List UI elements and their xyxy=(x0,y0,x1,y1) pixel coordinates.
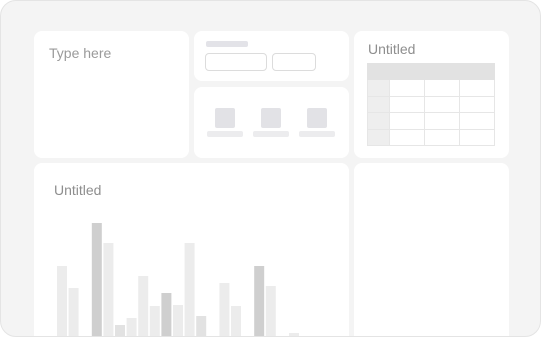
table-widget[interactable]: Untitled xyxy=(354,31,509,158)
chart-bar xyxy=(254,266,265,336)
chart-bar xyxy=(115,325,125,336)
chart-bar xyxy=(138,276,149,336)
chart-bar xyxy=(196,316,207,336)
form-widget[interactable] xyxy=(194,31,349,81)
image-gallery-widget[interactable] xyxy=(194,87,349,158)
table-grid xyxy=(367,62,495,147)
image-caption-placeholder xyxy=(253,131,289,137)
image-thumbnail-icon xyxy=(307,108,327,128)
chart-bar xyxy=(173,305,183,336)
table-header-row xyxy=(367,62,495,81)
chart-bar xyxy=(68,288,79,336)
chart-bar xyxy=(126,318,137,336)
chart-bar xyxy=(184,243,195,336)
chart-widget[interactable]: Untitled xyxy=(34,163,349,336)
chart-bar xyxy=(265,286,276,336)
chart-bar xyxy=(149,306,160,336)
image-thumbnail-icon xyxy=(261,108,281,128)
form-label-placeholder xyxy=(206,41,248,47)
image-caption-placeholder xyxy=(299,131,335,137)
table-row xyxy=(367,128,495,147)
chart-bar xyxy=(231,306,241,336)
chart-bar xyxy=(57,266,67,336)
text-widget[interactable]: Type here xyxy=(34,31,189,158)
chart-bar xyxy=(219,283,230,336)
chart-bar xyxy=(91,223,102,336)
dashboard-canvas: Type here Untitled Untitled xyxy=(0,0,541,337)
table-row xyxy=(367,79,495,97)
table-widget-title: Untitled xyxy=(368,41,416,57)
chart-bar xyxy=(289,333,299,336)
form-input-placeholder[interactable] xyxy=(205,53,267,71)
chart-bar xyxy=(161,293,172,336)
form-button-placeholder[interactable] xyxy=(272,53,316,71)
chart-bar xyxy=(103,243,114,336)
table-row xyxy=(367,95,495,114)
image-caption-placeholder xyxy=(207,131,243,137)
bar-chart xyxy=(57,223,299,336)
empty-widget[interactable] xyxy=(354,163,509,336)
image-thumbnail-icon xyxy=(215,108,235,128)
text-widget-placeholder[interactable]: Type here xyxy=(49,45,111,61)
table-row xyxy=(367,112,495,130)
